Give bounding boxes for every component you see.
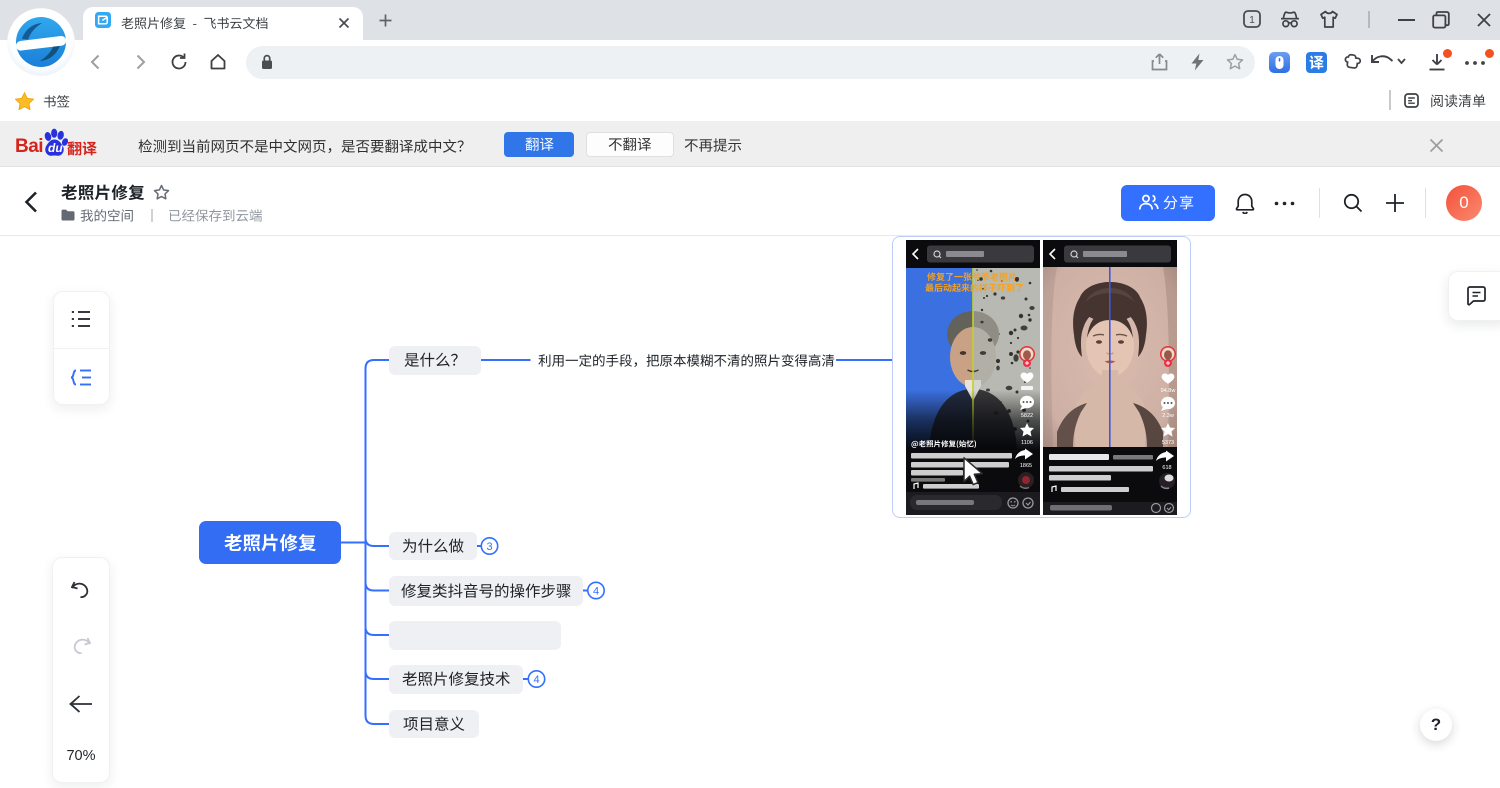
svg-text:94.8w: 94.8w <box>1161 388 1176 394</box>
svg-text:1: 1 <box>1249 15 1255 26</box>
svg-text:5822: 5822 <box>1021 413 1033 419</box>
svg-text:5373: 5373 <box>1162 440 1174 446</box>
svg-text:1106: 1106 <box>1021 440 1033 446</box>
svg-text:3: 3 <box>486 541 492 553</box>
svg-text:du: du <box>48 141 63 155</box>
svg-text:1865: 1865 <box>1020 463 1032 469</box>
svg-text:618: 618 <box>1162 465 1171 471</box>
svg-text:2.3w: 2.3w <box>1162 413 1174 419</box>
svg-text:4: 4 <box>533 674 539 686</box>
svg-text:4: 4 <box>593 586 599 598</box>
